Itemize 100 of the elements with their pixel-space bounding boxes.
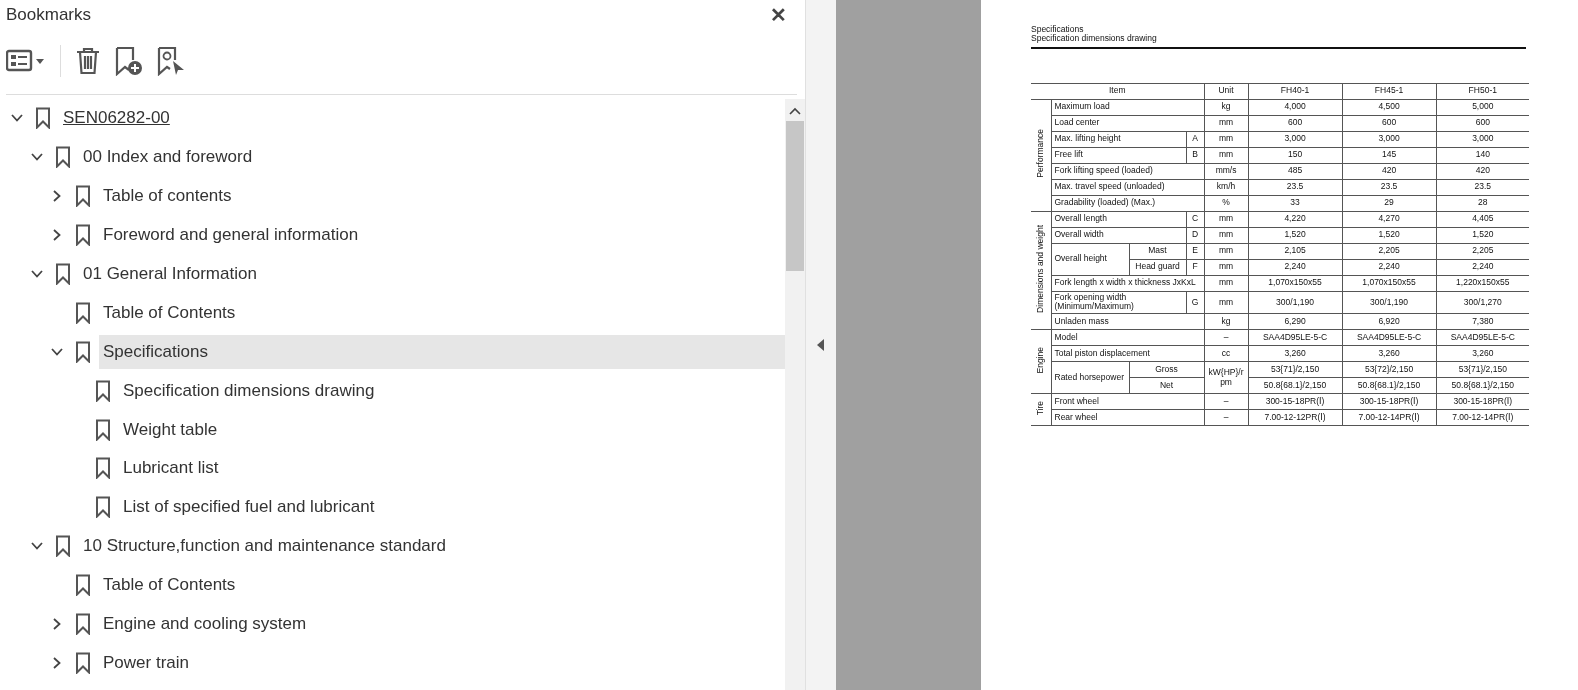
table-cell: 2,105 — [1284, 245, 1306, 256]
table-cell: 2,205 — [1472, 245, 1494, 256]
table-cell: D — [1191, 229, 1199, 240]
table-cell: 300-15-18PR(Ⅰ) — [1453, 395, 1513, 406]
scrollbar[interactable] — [785, 99, 805, 690]
table-cell: 4,500 — [1378, 101, 1400, 112]
bookmark-icon — [95, 379, 111, 402]
table-cell: mm — [1218, 117, 1234, 128]
table-cell: G — [1191, 296, 1199, 307]
table-cell: SAA4D95LE-5-C — [1450, 331, 1515, 342]
table-cell: F — [1192, 261, 1198, 272]
bookmark-item[interactable]: 00 Index and foreword — [79, 140, 785, 175]
bookmark-item[interactable]: Power train — [99, 645, 785, 680]
table-header: FH50-1 — [1436, 83, 1530, 100]
table-cell: 1,070x150x55 — [1268, 277, 1322, 288]
group-label: Engine — [1035, 347, 1046, 374]
table-cell: km/h — [1216, 181, 1236, 192]
bookmark-icon — [55, 146, 71, 169]
table-cell: mm — [1218, 245, 1234, 256]
table-cell: Max. travel speed (unloaded) — [1054, 181, 1165, 192]
table-cell: 420 — [1381, 165, 1397, 176]
bookmark-icon — [55, 535, 71, 558]
table-cell: SAA4D95LE-5-C — [1262, 331, 1328, 342]
options-menu-icon[interactable] — [6, 49, 46, 73]
table-cell: mm — [1218, 133, 1234, 144]
table-cell: Gradability (loaded) (Max.) — [1054, 197, 1156, 208]
table-cell: Overall width — [1054, 229, 1104, 240]
table-cell: 28 — [1478, 197, 1488, 208]
bookmark-icon — [75, 224, 91, 247]
table-cell: 53{71}/2,150 — [1270, 363, 1320, 374]
bookmark-item[interactable]: 01 General Information — [79, 257, 785, 291]
table-cell: 600 — [1475, 117, 1490, 128]
table-cell: Maximum load — [1054, 101, 1110, 112]
table-cell: 150 — [1287, 149, 1303, 160]
table-cell: mm — [1218, 261, 1234, 272]
table-cell: 4,405 — [1472, 213, 1494, 224]
bookmark-item[interactable]: Table of Contents — [99, 568, 785, 603]
table-header: FH40-1 — [1248, 83, 1343, 100]
bookmark-item[interactable]: Specification dimensions drawing — [119, 373, 785, 408]
table-cell: 485 — [1287, 165, 1303, 176]
table-cell: 2,240 — [1472, 261, 1494, 272]
table-cell: Model — [1054, 331, 1078, 342]
table-cell: 6,920 — [1378, 315, 1400, 326]
table-cell: 600 — [1287, 117, 1303, 128]
close-button[interactable]: ✕ — [760, 3, 797, 27]
table-cell: 23.5 — [1286, 181, 1304, 192]
bookmark-item[interactable]: Table of Contents — [99, 295, 785, 330]
table-header: FH45-1 — [1342, 83, 1437, 100]
bookmark-item[interactable]: Foreword and general information — [99, 218, 785, 253]
bookmark-item[interactable]: Weight table — [119, 412, 785, 447]
bookmark-item[interactable]: List of specified fuel and lubricant — [119, 490, 785, 525]
table-cell: 1,520 — [1284, 229, 1306, 240]
table-cell: Max. lifting height — [1054, 133, 1121, 144]
table-cell: 300/1,190 — [1370, 296, 1408, 307]
bookmark-icon — [95, 418, 111, 441]
bookmark-icon — [75, 301, 91, 324]
table-cell: 2,240 — [1378, 261, 1400, 272]
table-cell: 600 — [1381, 117, 1397, 128]
trash-icon[interactable] — [75, 47, 101, 75]
table-header: Item — [1031, 83, 1205, 100]
table-cell: 7,380 — [1472, 315, 1494, 326]
add-bookmark-icon[interactable] — [115, 46, 143, 76]
table-cell: % — [1222, 197, 1230, 208]
table-cell: Overall length — [1054, 213, 1107, 224]
table-cell: 300-15-18PR(Ⅰ) — [1265, 395, 1325, 406]
scroll-up-icon[interactable] — [789, 107, 801, 115]
table-cell: cc — [1221, 347, 1231, 358]
table-cell: Net — [1159, 379, 1174, 390]
bookmark-item[interactable]: Lubricant list — [119, 451, 785, 486]
table-cell: Free lift — [1054, 149, 1083, 160]
collapse-arrow-icon[interactable] — [817, 339, 825, 351]
bookmark-icon — [95, 496, 111, 519]
table-cell: E — [1192, 245, 1198, 256]
document-subheading: Specification dimensions drawing — [1031, 34, 1158, 44]
table-cell: kg — [1221, 101, 1231, 112]
table-cell: Unladen mass — [1054, 315, 1109, 326]
table-cell: 2,205 — [1378, 245, 1400, 256]
bookmark-cursor-icon[interactable] — [157, 46, 185, 76]
bookmark-icon — [35, 107, 51, 130]
bookmark-item[interactable]: 10 Structure,function and maintenance standard — [79, 529, 785, 564]
table-cell: 53{71}/2,150 — [1458, 363, 1507, 374]
table-cell: 145 — [1381, 149, 1397, 160]
table-cell: 3,260 — [1378, 347, 1400, 358]
bookmark-item[interactable]: Specifications — [99, 334, 785, 369]
scroll-thumb[interactable] — [786, 121, 804, 271]
table-cell: Fork length x width x thickness JxKxL — [1054, 277, 1196, 288]
table-cell: 33 — [1290, 197, 1300, 208]
table-cell: mm — [1218, 277, 1234, 288]
bookmark-item[interactable]: Table of contents — [99, 179, 785, 214]
table-cell: Total piston displacement — [1054, 347, 1150, 358]
bookmark-icon — [75, 185, 91, 208]
table-cell: 1,520 — [1378, 229, 1400, 240]
bookmark-item[interactable]: SEN06282-00 — [59, 101, 174, 136]
group-label: Tire — [1035, 401, 1046, 416]
table-cell: 4,220 — [1284, 213, 1306, 224]
table-cell: 23.5 — [1474, 181, 1492, 192]
table-cell: 4,000 — [1284, 101, 1306, 112]
table-cell: 1,220x150x55 — [1456, 277, 1510, 288]
panel-title: Bookmarks — [6, 5, 92, 25]
bookmark-item[interactable]: Engine and cooling system — [99, 607, 785, 641]
